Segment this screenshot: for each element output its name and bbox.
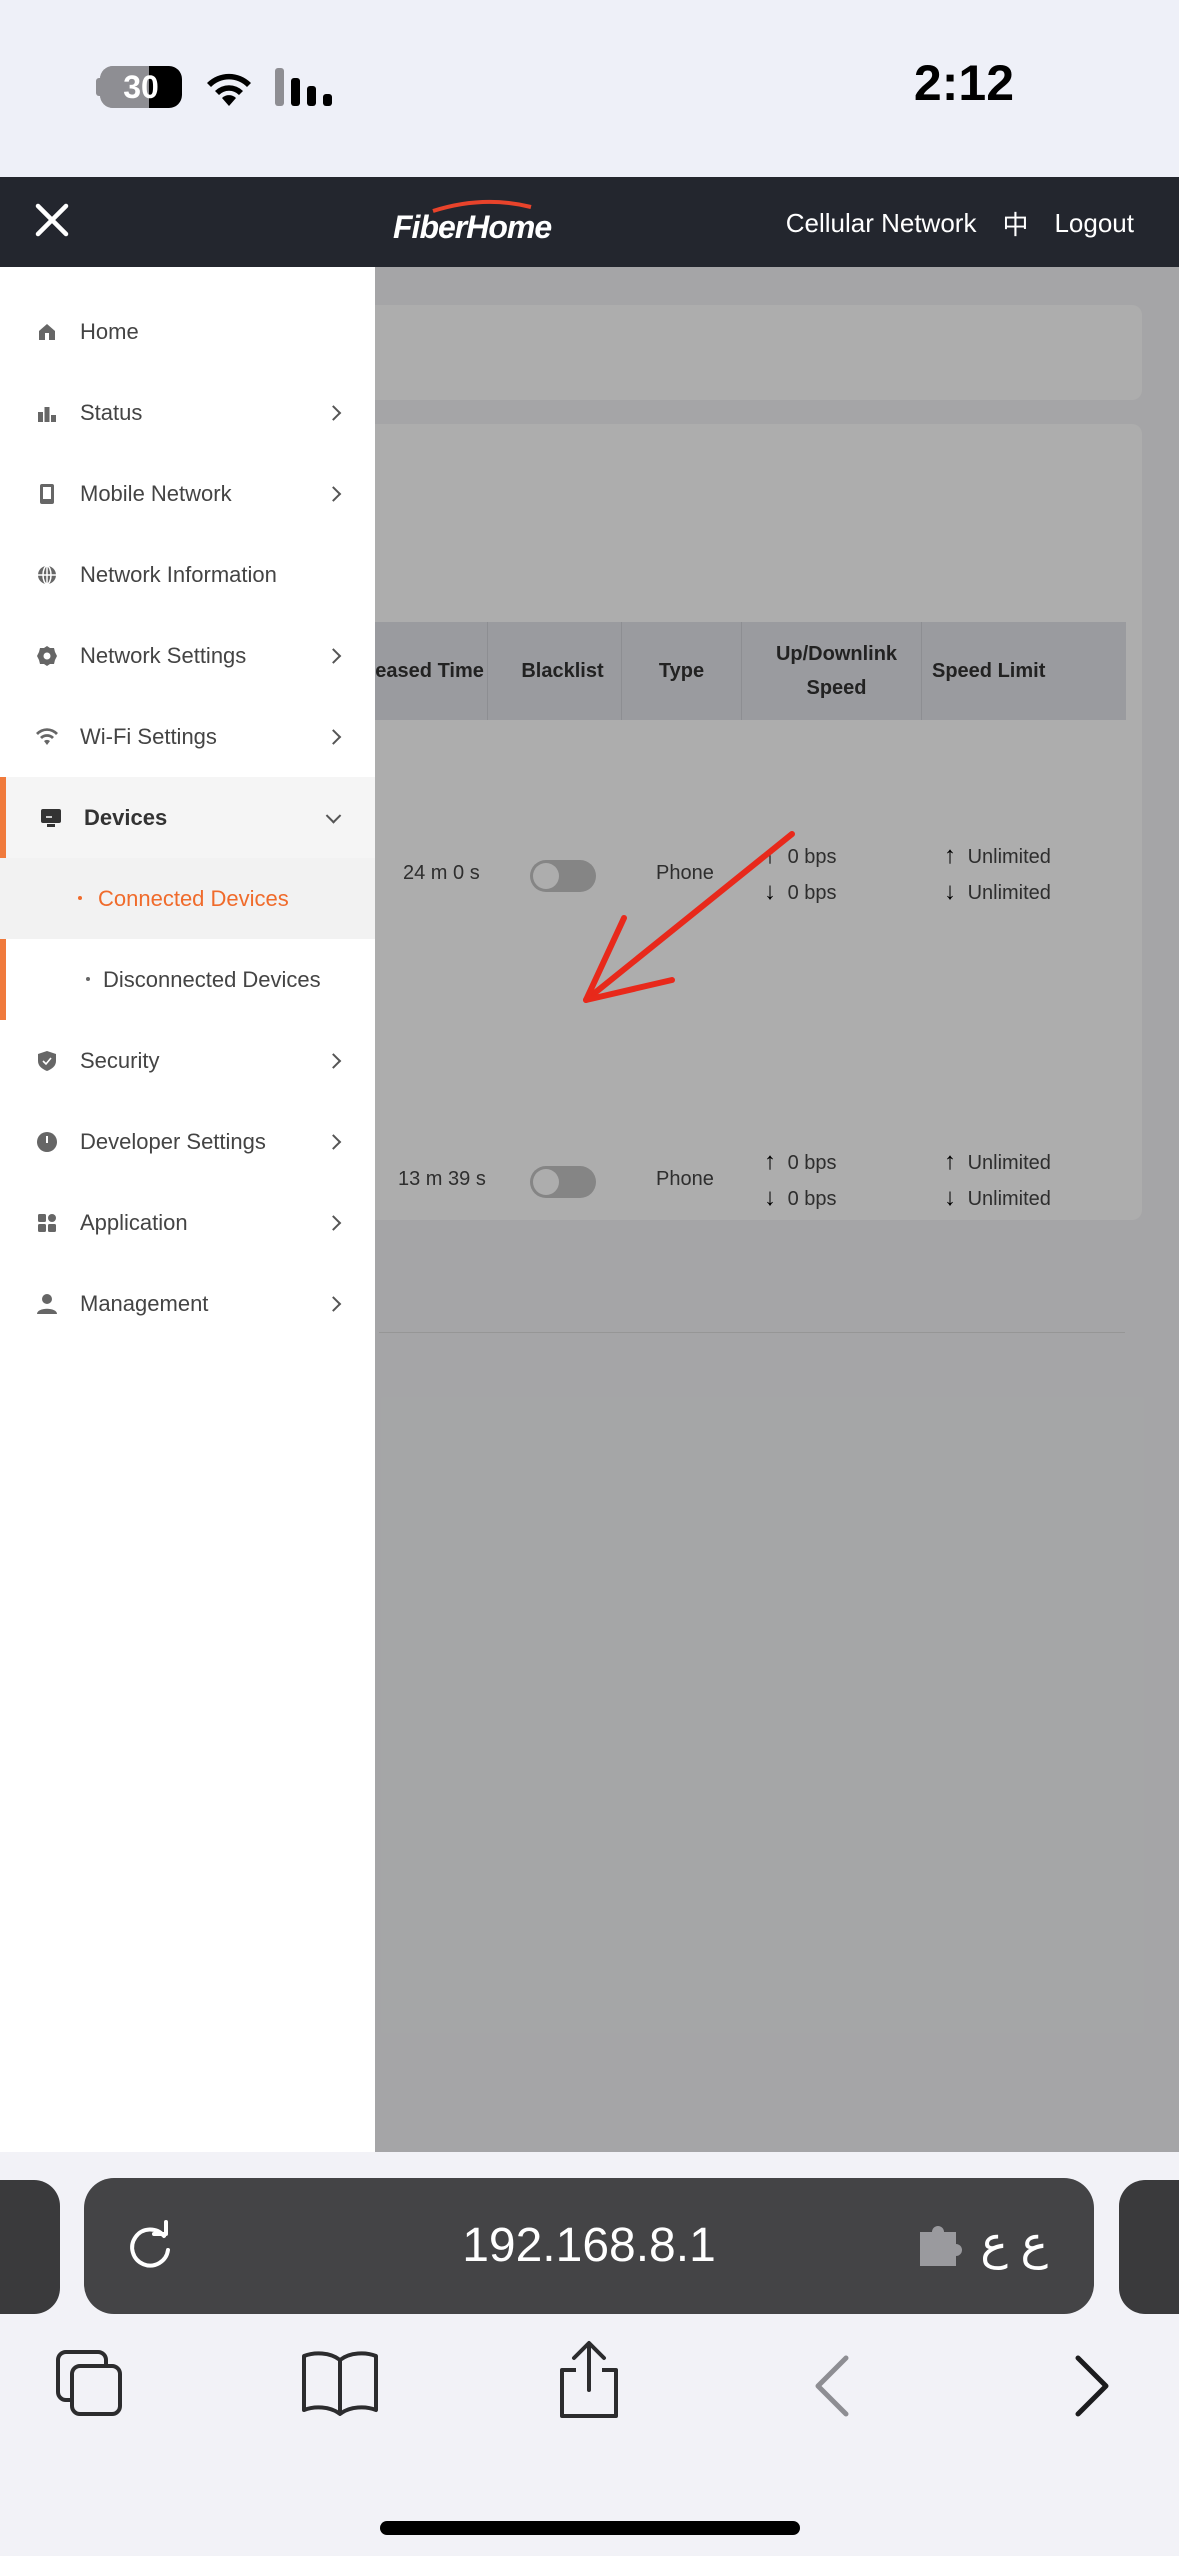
logout-link[interactable]: Logout: [1054, 208, 1134, 239]
sidebar-item-wifi-settings[interactable]: Wi-Fi Settings: [0, 696, 375, 777]
sidebar-item-network-information[interactable]: Network Information: [0, 534, 375, 615]
previous-tab-preview[interactable]: [0, 2180, 60, 2314]
sidebar-item-network-settings[interactable]: Network Settings: [0, 615, 375, 696]
chevron-right-icon: [325, 485, 342, 502]
home-indicator[interactable]: [380, 2521, 800, 2535]
sidebar-item-label: Network Information: [80, 561, 277, 587]
brand-logo: FiberHome: [393, 197, 552, 247]
chevron-right-icon: [325, 1295, 342, 1312]
cellular-signal-icon: [275, 68, 332, 106]
sidebar-item-security[interactable]: Security: [0, 1020, 375, 1101]
sidebar-item-application[interactable]: Application: [0, 1182, 375, 1263]
sidebar-item-label: Application: [80, 1209, 188, 1235]
sidebar-subitem-connected-devices[interactable]: Connected Devices: [0, 858, 375, 939]
app-header: FiberHome Cellular Network 中 Logout: [0, 177, 1179, 267]
extension-puzzle-icon[interactable]: [916, 2222, 964, 2268]
brand-logo-text: FiberHome: [393, 209, 552, 245]
sidebar-item-label: Wi-Fi Settings: [80, 723, 217, 749]
chevron-down-icon: [325, 807, 342, 824]
sidebar-item-management[interactable]: Management: [0, 1263, 375, 1344]
clock: 2:12: [913, 55, 1014, 111]
close-icon[interactable]: [34, 202, 70, 238]
user-icon: [36, 1293, 58, 1315]
sidebar-subitem-label: Disconnected Devices: [103, 966, 321, 992]
chevron-right-icon: [325, 647, 342, 664]
chevron-right-icon: [325, 728, 342, 745]
sidebar-item-label: Mobile Network: [80, 480, 232, 506]
bar-chart-icon: [36, 402, 58, 424]
chevron-right-icon: [325, 1052, 342, 1069]
gear-icon: [36, 645, 58, 667]
back-icon[interactable]: [812, 2354, 852, 2418]
globe-icon: [36, 564, 58, 586]
shield-icon: [36, 1050, 58, 1072]
sidebar-item-label: Devices: [84, 804, 168, 830]
browser-toolbar: 192.168.8.1 ع ع: [0, 2152, 1179, 2556]
sidebar-item-label: Security: [80, 1047, 160, 1073]
language-toggle[interactable]: 中: [1002, 205, 1028, 242]
annotation-arrow-icon: [583, 831, 795, 1003]
address-bar[interactable]: 192.168.8.1 ع ع: [84, 2178, 1094, 2314]
wifi-icon: [36, 726, 58, 748]
bullet-icon: [78, 896, 82, 900]
alert-icon: [36, 1131, 58, 1153]
share-icon[interactable]: [556, 2338, 622, 2420]
cellular-network-link[interactable]: Cellular Network: [786, 208, 977, 239]
sidebar-subitem-label: Connected Devices: [98, 885, 289, 911]
chevron-right-icon: [325, 1214, 342, 1231]
tabs-icon[interactable]: [54, 2348, 126, 2420]
sidebar-menu: Home Status Mobile Network Network Infor…: [0, 267, 375, 2152]
sidebar-item-home[interactable]: Home: [0, 291, 375, 372]
sidebar-item-label: Status: [80, 399, 143, 425]
bullet-icon: [86, 977, 90, 981]
phone-icon: [36, 483, 58, 505]
apps-icon: [36, 1212, 58, 1234]
sidebar-item-status[interactable]: Status: [0, 372, 375, 453]
next-tab-preview[interactable]: [1119, 2180, 1179, 2314]
status-bar: 30 2:12: [0, 0, 1179, 177]
sidebar-item-label: Management: [80, 1290, 209, 1316]
battery-icon: 30: [100, 66, 182, 108]
sidebar-item-label: Home: [80, 318, 139, 344]
text-size-button[interactable]: ع ع: [980, 2216, 1048, 2270]
sidebar-item-mobile-network[interactable]: Mobile Network: [0, 453, 375, 534]
home-icon: [36, 321, 58, 343]
chevron-right-icon: [325, 1133, 342, 1150]
chevron-right-icon: [325, 404, 342, 421]
sidebar-subitem-disconnected-devices[interactable]: Disconnected Devices: [0, 939, 375, 1020]
battery-level: 30: [123, 69, 159, 105]
monitor-icon: [40, 807, 62, 829]
sidebar-item-developer-settings[interactable]: Developer Settings: [0, 1101, 375, 1182]
sidebar-item-label: Network Settings: [80, 642, 247, 668]
forward-icon[interactable]: [1072, 2354, 1112, 2418]
bookmarks-icon[interactable]: [300, 2348, 380, 2416]
sidebar-item-devices[interactable]: Devices: [0, 777, 375, 1020]
wifi-icon: [207, 73, 251, 106]
sidebar-item-label: Developer Settings: [80, 1128, 266, 1154]
